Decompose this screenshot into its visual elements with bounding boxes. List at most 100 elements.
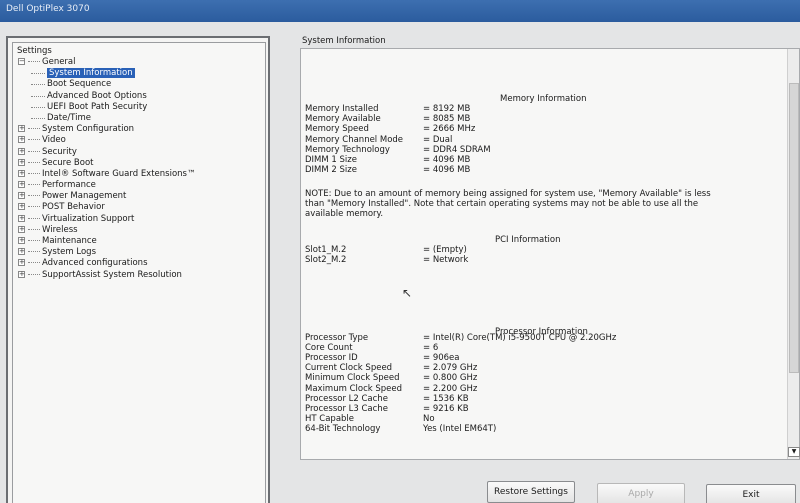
expand-icon[interactable]: +: [18, 136, 25, 144]
settings-tree-panel: Settings − General System Information Boot …: [6, 36, 270, 503]
info-row: Memory Technology = DDR4 SDRAM: [305, 145, 491, 155]
tree-item[interactable]: + POST Behavior: [17, 202, 261, 213]
info-value: = DDR4 SDRAM: [423, 144, 491, 155]
expand-icon[interactable]: +: [18, 270, 25, 278]
tree-item[interactable]: + Intel® Software Guard Extensions™: [17, 169, 261, 180]
tree-connector: [28, 217, 40, 219]
info-row: Processor Type = Intel(R) Core(TM) i5-950…: [305, 333, 616, 343]
tree-item-label: System Configuration: [42, 124, 135, 135]
tree-item-label: System Logs: [42, 247, 97, 258]
tree-connector: [28, 172, 40, 174]
expand-icon[interactable]: +: [18, 225, 25, 233]
info-row: DIMM 2 Size = 4096 MB: [305, 165, 470, 175]
tree-item-label: Virtualization Support: [42, 213, 135, 224]
expand-icon[interactable]: +: [18, 147, 25, 155]
tree-item[interactable]: + Security: [17, 147, 261, 158]
expand-icon[interactable]: +: [18, 181, 25, 189]
info-label: 64-Bit Technology: [305, 423, 381, 434]
info-label: Memory Channel Mode: [305, 134, 404, 145]
tree-item-label: Intel® Software Guard Extensions™: [42, 168, 196, 179]
info-label: Maximum Clock Speed: [305, 383, 403, 394]
tree-item[interactable]: + Virtualization Support: [17, 214, 261, 225]
expand-icon[interactable]: +: [18, 203, 25, 211]
tree-item-label: Power Management: [42, 191, 127, 202]
tree-item[interactable]: + Advanced configurations: [17, 258, 261, 269]
restore-settings-button[interactable]: Restore Settings: [487, 481, 575, 503]
info-label: Memory Available: [305, 114, 381, 125]
expand-icon[interactable]: +: [18, 125, 25, 133]
memory-heading: Memory Information: [500, 94, 587, 104]
info-label: Processor Type: [305, 333, 369, 343]
tree-item-label: Video: [42, 135, 66, 146]
info-value: = 8085 MB: [423, 114, 471, 125]
tree-item-label: Boot Sequence: [47, 79, 112, 90]
exit-button[interactable]: Exit: [706, 484, 796, 503]
vertical-scrollbar[interactable]: ▼: [787, 49, 800, 459]
tree-connector: [28, 195, 40, 197]
tree-item[interactable]: − General: [17, 57, 261, 68]
info-value: = (Empty): [423, 245, 467, 255]
info-row: Processor L2 Cache = 1536 KB: [305, 394, 469, 404]
tree-item[interactable]: UEFI Boot Path Security: [17, 102, 261, 113]
memory-note: NOTE: Due to an amount of memory being a…: [305, 189, 711, 219]
expand-icon[interactable]: +: [18, 214, 25, 222]
tree-item[interactable]: Date/Time: [17, 113, 261, 124]
tree-item[interactable]: + Power Management: [17, 191, 261, 202]
tree-item[interactable]: System Information: [17, 68, 261, 79]
pci-heading: PCI Information: [495, 235, 561, 245]
tree-item-label: Advanced configurations: [42, 258, 148, 269]
tree-item[interactable]: + System Logs: [17, 247, 261, 258]
info-value: = 8192 MB: [423, 104, 471, 114]
info-row: Slot2_M.2 = Network: [305, 255, 468, 265]
info-value: = 4096 MB: [423, 155, 471, 165]
expand-icon[interactable]: +: [18, 158, 25, 166]
tree-item[interactable]: + Video: [17, 135, 261, 146]
tree-root-settings[interactable]: Settings: [17, 46, 261, 57]
tree-item[interactable]: Boot Sequence: [17, 79, 261, 90]
tree-item[interactable]: + Secure Boot: [17, 158, 261, 169]
info-label: Memory Installed: [305, 104, 379, 114]
tree-connector: [28, 161, 40, 163]
info-value: Yes (Intel EM64T): [423, 423, 497, 434]
tree-item-label: System Information: [47, 68, 135, 79]
scroll-down-arrow-icon[interactable]: ▼: [788, 447, 800, 457]
info-row: Slot1_M.2 = (Empty): [305, 245, 467, 255]
apply-button[interactable]: Apply: [597, 483, 685, 503]
info-label: Current Clock Speed: [305, 363, 393, 374]
tree-item-label: SupportAssist System Resolution: [42, 269, 182, 280]
tree-item-label: Wireless: [42, 224, 78, 235]
tree-item[interactable]: + Maintenance: [17, 236, 261, 247]
tree-item-label: Maintenance: [42, 236, 97, 246]
info-row: 64-Bit Technology Yes (Intel EM64T): [305, 424, 496, 434]
mouse-cursor-icon: ↖: [402, 286, 413, 300]
tree-item[interactable]: + Performance: [17, 180, 261, 191]
tree-connector: [28, 61, 40, 62]
info-label: DIMM 1 Size: [305, 155, 357, 165]
title-bar: Dell OptiPlex 3070: [0, 0, 800, 22]
info-value: = 2.200 GHz: [423, 383, 478, 394]
tree-item-label: POST Behavior: [42, 202, 105, 213]
info-row: Current Clock Speed = 2.079 GHz: [305, 363, 477, 373]
settings-tree: Settings − General System Information Boot …: [12, 42, 266, 503]
tree-item[interactable]: + SupportAssist System Resolution: [17, 270, 261, 281]
expand-icon[interactable]: +: [18, 169, 25, 177]
expand-icon[interactable]: +: [18, 259, 25, 267]
info-row: Core Count = 6: [305, 343, 438, 353]
tree-item[interactable]: Advanced Boot Options: [17, 91, 261, 102]
expand-icon[interactable]: +: [18, 237, 25, 244]
tree-connector: [28, 262, 40, 264]
info-value: = 2.079 GHz: [423, 363, 478, 374]
tree-item[interactable]: + Wireless: [17, 225, 261, 236]
scroll-thumb[interactable]: [789, 83, 799, 373]
info-value: = 1536 KB: [423, 393, 469, 404]
collapse-icon[interactable]: −: [18, 58, 25, 65]
info-label: Processor L3 Cache: [305, 403, 388, 414]
info-label: Slot1_M.2: [305, 245, 347, 255]
info-label: Processor L2 Cache: [305, 393, 388, 404]
info-row: Memory Speed = 2666 MHz: [305, 124, 475, 134]
expand-icon[interactable]: +: [18, 248, 25, 256]
tree-connector: [31, 73, 45, 75]
expand-icon[interactable]: +: [18, 192, 25, 200]
tree-item[interactable]: + System Configuration: [17, 124, 261, 135]
tree-item-label: Secure Boot: [42, 157, 94, 168]
